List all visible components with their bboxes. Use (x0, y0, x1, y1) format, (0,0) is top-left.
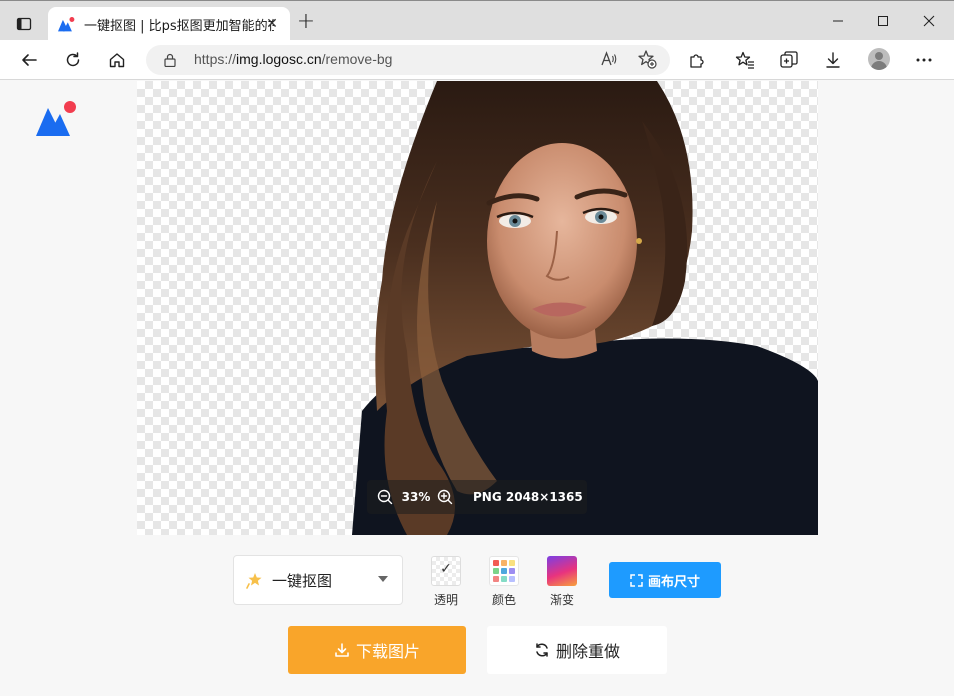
url-prefix: https:// (194, 51, 237, 67)
star-plus-icon[interactable] (636, 48, 658, 74)
palette-cell (509, 576, 515, 582)
url-text[interactable]: https://img.logosc.cn/remove-bg (194, 51, 392, 67)
palette-cell (501, 568, 507, 574)
zoom-out-icon[interactable] (377, 489, 393, 505)
palette-cell (509, 560, 515, 566)
palette-cell (493, 560, 499, 566)
download-icon (335, 643, 349, 657)
bg-option-label: 透明 (433, 593, 458, 607)
tab-title: 一键抠图 | 比ps抠图更加智能的在 (84, 18, 274, 34)
download-icon[interactable] (821, 48, 845, 72)
palette-cell (501, 560, 507, 566)
window-close-icon[interactable] (906, 7, 952, 35)
tab-actions-icon[interactable] (8, 10, 40, 38)
avatar-icon[interactable] (868, 48, 890, 70)
collections-icon[interactable] (777, 48, 801, 72)
chevron-down-icon (378, 576, 388, 582)
tab-close-icon[interactable]: ✕ (264, 16, 280, 32)
bg-option-gradient[interactable]: 渐变 (542, 556, 582, 608)
refresh-icon[interactable] (61, 48, 85, 72)
palette-cell (501, 576, 507, 582)
palette-cell (493, 576, 499, 582)
mode-select[interactable]: 一键抠图 (233, 555, 403, 605)
magic-star-icon (246, 573, 262, 589)
browser-tab-active[interactable]: 一键抠图 | 比ps抠图更加智能的在 ✕ (48, 7, 290, 41)
home-icon[interactable] (105, 48, 129, 72)
redo-label: 删除重做 (555, 642, 620, 661)
bg-option-color[interactable]: 颜色 (484, 556, 524, 608)
portrait-cutout-image (352, 81, 818, 535)
zoom-level: 33% (401, 490, 431, 504)
color-swatch[interactable] (489, 556, 519, 586)
refresh-icon (536, 643, 548, 657)
zoom-toolbar: 33% PNG 2048×1365 (367, 480, 587, 514)
transparent-swatch[interactable] (431, 556, 461, 586)
download-image-button[interactable]: 下载图片 (288, 626, 466, 674)
gradient-swatch[interactable] (547, 556, 577, 586)
logo-icon (58, 17, 75, 32)
ellipsis-icon[interactable] (912, 48, 936, 72)
url-host: img.logosc.cn (236, 51, 322, 67)
lock-icon[interactable] (164, 53, 176, 67)
palette-cell (509, 568, 515, 574)
delete-redo-button[interactable]: 删除重做 (487, 626, 667, 674)
minimize-icon[interactable] (815, 7, 861, 35)
url-path: /remove-bg (321, 51, 393, 67)
puzzle-icon[interactable] (685, 48, 709, 72)
new-tab-plus-icon[interactable]: + (296, 11, 316, 33)
expand-icon (630, 573, 643, 587)
star-list-icon[interactable] (733, 48, 757, 72)
bg-option-transparent[interactable]: 透明 (426, 556, 466, 608)
address-bar[interactable]: https://img.logosc.cn/remove-bg (146, 45, 670, 75)
image-canvas[interactable] (137, 81, 818, 535)
bg-option-label: 颜色 (491, 593, 516, 607)
back-arrow-icon[interactable] (17, 48, 41, 72)
canvas-size-label: 画布尺寸 (647, 574, 700, 590)
bg-option-label: 渐变 (549, 593, 574, 607)
mode-label: 一键抠图 (272, 571, 333, 590)
site-logo-icon[interactable] (36, 100, 80, 136)
download-label: 下载图片 (355, 642, 420, 661)
canvas-size-button[interactable]: 画布尺寸 (609, 562, 721, 598)
palette-cell (493, 568, 499, 574)
image-info: PNG 2048×1365 (473, 490, 583, 504)
browser-toolbar: https://img.logosc.cn/remove-bg (0, 40, 954, 80)
maximize-icon[interactable] (860, 7, 906, 35)
browser-titlebar: 一键抠图 | 比ps抠图更加智能的在 ✕ + (0, 0, 954, 41)
zoom-in-icon[interactable] (437, 489, 453, 505)
read-aloud-icon[interactable] (600, 50, 618, 71)
